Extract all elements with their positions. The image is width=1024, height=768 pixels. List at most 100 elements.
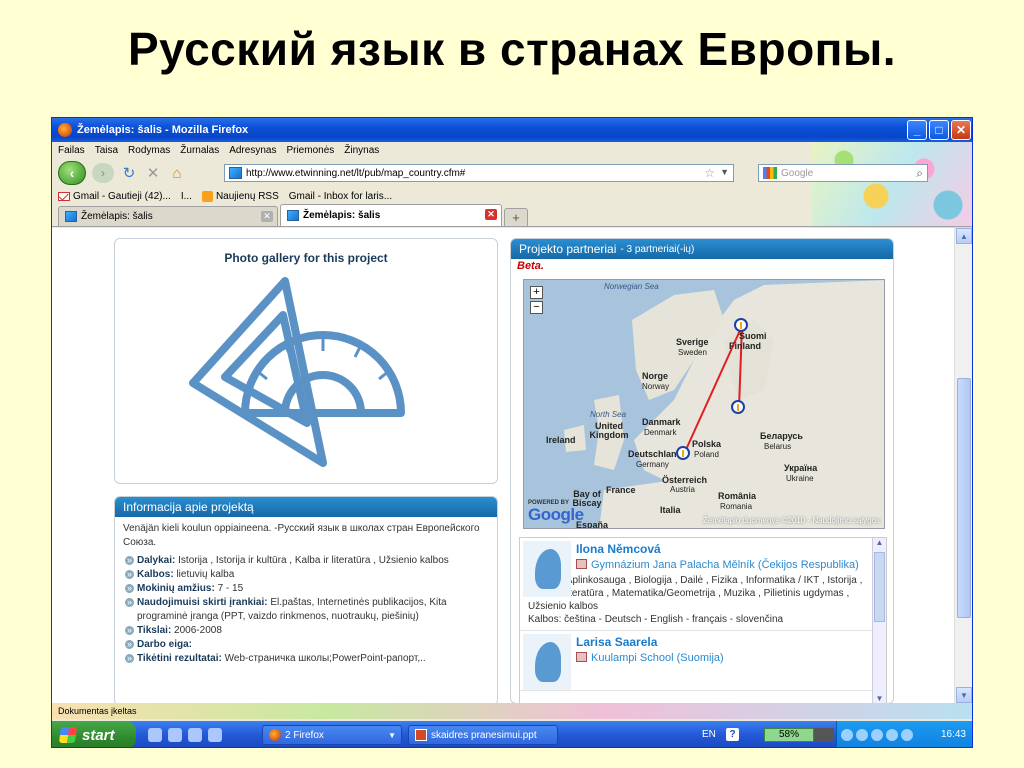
menu-help[interactable]: Žinynas <box>344 145 379 156</box>
search-input[interactable]: Google ⌕ <box>758 164 928 182</box>
help-icon[interactable]: ? <box>726 728 739 741</box>
quick-launch-icon[interactable] <box>168 728 182 742</box>
battery-bar <box>814 728 834 742</box>
menu-bookmarks[interactable]: Adresynas <box>229 145 276 156</box>
partner-school[interactable]: Kuulampi School (Suomija) <box>576 651 886 665</box>
taskbar-firefox[interactable]: 2 Firefox ▼ <box>262 725 402 745</box>
reload-icon[interactable]: ↻ <box>120 164 138 182</box>
chevron-down-icon[interactable]: ▼ <box>720 167 729 177</box>
tray-icon[interactable] <box>886 729 898 741</box>
powerpoint-icon <box>415 729 427 741</box>
site-favicon-icon <box>229 167 242 179</box>
project-info-header: Informacija apie projektą <box>115 497 497 517</box>
bookmark-2[interactable]: I... <box>181 191 192 202</box>
partners-header: Projekto partneriai - 3 partneriai(-ių) <box>511 239 893 259</box>
firefox-icon <box>58 123 72 137</box>
map-marker-finland[interactable] <box>734 318 748 332</box>
language-indicator[interactable]: EN <box>702 729 716 740</box>
search-icon[interactable]: ⌕ <box>916 166 923 181</box>
tray-icon[interactable] <box>871 729 883 741</box>
map-label-danmark: Danmark <box>642 417 681 427</box>
map-marker-czech[interactable] <box>676 446 690 460</box>
partners-map[interactable]: + − Norwegian Sea Sverige Sweden Suomi F… <box>523 279 885 529</box>
school-icon <box>576 652 587 662</box>
bookmarks-toolbar: Gmail - Gautieji (42)... I... Naujienų R… <box>52 187 972 205</box>
window-titlebar[interactable]: Žemėlapis: šalis - Mozilla Firefox _ □ ✕ <box>52 118 972 142</box>
map-label-denmark: Denmark <box>644 428 677 437</box>
menu-view[interactable]: Rodymas <box>128 145 170 156</box>
maximize-button[interactable]: □ <box>929 120 949 140</box>
list-item: Kalbos: lietuvių kalba <box>123 568 489 582</box>
bookmark-gmail-inbox[interactable]: Gmail - Inbox for laris... <box>289 191 392 202</box>
partners-count: - 3 partneriai(-ių) <box>620 243 695 255</box>
quick-launch-icon[interactable] <box>148 728 162 742</box>
map-label-norge: Norge <box>642 371 669 381</box>
chevron-up-icon[interactable]: ▲ <box>956 228 972 244</box>
map-label-belarus-ru: Беларусь <box>760 431 803 441</box>
start-button[interactable]: start <box>52 721 136 747</box>
taskbar-powerpoint[interactable]: skaidres pranesimui.ppt <box>408 725 558 745</box>
tab-close-icon[interactable]: ✕ <box>485 209 497 220</box>
chevron-down-icon[interactable]: ▼ <box>956 687 972 703</box>
bookmark-rss[interactable]: Naujienų RSS <box>201 190 279 202</box>
map-label-romania: România <box>718 491 757 501</box>
scrollbar-thumb[interactable] <box>874 552 885 622</box>
map-label-germany: Germany <box>636 460 669 469</box>
quick-launch-icon[interactable] <box>188 728 202 742</box>
tray-icon[interactable] <box>841 729 853 741</box>
bookmark-star-icon[interactable]: ☆ <box>704 166 715 180</box>
menu-history[interactable]: Žurnalas <box>180 145 219 156</box>
tray-icon[interactable] <box>856 729 868 741</box>
tab-1[interactable]: Žemėlapis: šalis ✕ <box>58 206 278 226</box>
chevron-up-icon[interactable]: ▲ <box>873 538 886 550</box>
menu-edit[interactable]: Taisa <box>95 145 118 156</box>
map-zoom-out-button[interactable]: − <box>530 301 543 314</box>
tray-icon[interactable] <box>901 729 913 741</box>
home-icon[interactable]: ⌂ <box>168 164 186 182</box>
bookmark-gmail[interactable]: Gmail - Gautieji (42)... <box>58 191 171 202</box>
taskbar: start 2 Firefox ▼ skaidres pranesimui.pp… <box>52 721 972 747</box>
tab-close-icon[interactable]: ✕ <box>261 211 273 222</box>
partner-list: Ilona Němcová Gymnázium Jana Palacha Měl… <box>519 537 887 703</box>
forward-button[interactable]: › <box>92 163 114 183</box>
clock[interactable]: 16:43 <box>941 729 966 740</box>
page-content: Photo gallery for this project Informaci… <box>52 228 956 703</box>
menu-file[interactable]: Failas <box>58 145 85 156</box>
windows-logo-icon <box>58 727 78 743</box>
menu-tools[interactable]: Priemonės <box>286 145 334 156</box>
quick-launch-icon[interactable] <box>208 728 222 742</box>
status-text: Dokumentas įkeltas <box>58 706 137 716</box>
map-marker-estonia[interactable] <box>731 400 745 414</box>
map-label-north-sea: North Sea <box>590 410 627 419</box>
map-label-ukraine: Ukraine <box>786 474 814 483</box>
back-button[interactable]: ‹ <box>58 161 86 185</box>
firefox-icon <box>269 729 281 741</box>
address-bar[interactable]: http://www.etwinning.net/lt/pub/map_coun… <box>224 164 734 182</box>
map-label-ireland: Ireland <box>546 435 576 445</box>
menu-bar: Failas Taisa Rodymas Žurnalas Adresynas … <box>52 142 972 159</box>
avatar <box>523 634 571 690</box>
partner-name[interactable]: Larisa Saarela <box>576 631 886 651</box>
minimize-button[interactable]: _ <box>907 120 927 140</box>
slide-title: Русский язык в странах Европы. <box>127 23 897 75</box>
avatar <box>523 541 571 597</box>
photo-gallery-title[interactable]: Photo gallery for this project <box>115 251 497 265</box>
map-copyright[interactable]: Žemėlapio duomenys ©2010 - Naudojimo sąl… <box>703 516 880 525</box>
google-logo[interactable]: Google <box>528 505 584 525</box>
map-zoom-in-button[interactable]: + <box>530 286 543 299</box>
chevron-down-icon[interactable]: ▼ <box>873 694 886 703</box>
partner-school[interactable]: Gymnázium Jana Palacha Mělník (Čekijos R… <box>576 558 886 572</box>
map-label-finland: Finland <box>729 341 761 351</box>
map-label-suomi: Suomi <box>739 331 767 341</box>
close-button[interactable]: ✕ <box>951 120 971 140</box>
scrollbar-thumb[interactable] <box>957 378 971 618</box>
partner-name[interactable]: Ilona Němcová <box>576 538 886 558</box>
page-scrollbar[interactable]: ▲ ▼ <box>954 228 972 703</box>
search-placeholder: Google <box>781 167 814 179</box>
map-label-belarus: Belarus <box>764 442 792 451</box>
tab-2[interactable]: Žemėlapis: šalis ✕ <box>280 204 502 226</box>
partner-list-scrollbar[interactable]: ▲ ▼ <box>872 538 886 703</box>
stop-icon[interactable]: ✕ <box>144 164 162 182</box>
new-tab-button[interactable]: + <box>504 208 528 226</box>
photo-gallery-panel: Photo gallery for this project <box>114 238 498 484</box>
